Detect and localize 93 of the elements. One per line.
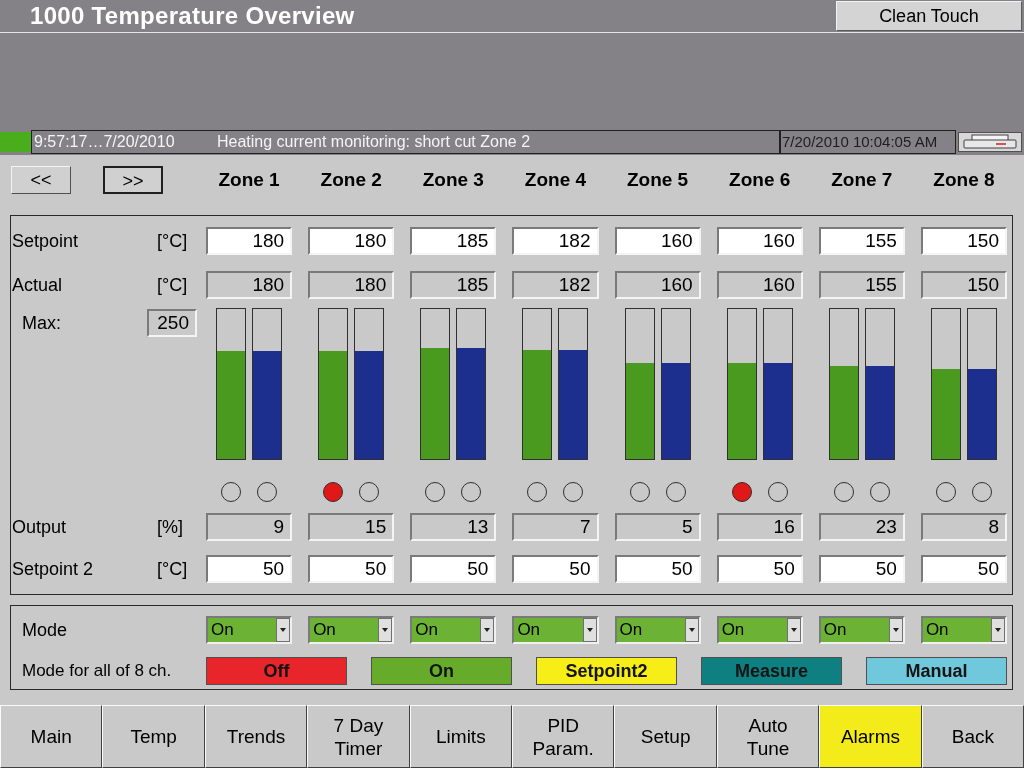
nav-tab[interactable]: Limits xyxy=(409,705,513,768)
nav-tab[interactable]: Auto Tune xyxy=(716,705,820,768)
mode-dropdown[interactable]: On xyxy=(512,616,599,644)
nav-tab[interactable]: Temp xyxy=(102,705,205,768)
setpoint-field[interactable]: 160 xyxy=(614,227,701,255)
actual-value-display: 150 xyxy=(920,271,1007,299)
setpoint-field[interactable]: 180 xyxy=(308,227,395,255)
unit-label: [°C] xyxy=(157,557,188,581)
setpoint-field[interactable]: 50 xyxy=(308,555,395,583)
window-title: 1000 Temperature Overview xyxy=(29,2,355,30)
output-display: 13 xyxy=(410,513,497,541)
output-display: 15 xyxy=(308,513,395,541)
mode-all-button[interactable]: Manual xyxy=(866,657,1007,685)
row-label: Actual xyxy=(11,273,64,297)
status-indicator-icon xyxy=(0,131,31,152)
setpoint-field[interactable]: 150 xyxy=(920,227,1007,255)
clean-touch-button[interactable]: Clean Touch xyxy=(836,1,1022,31)
zone-heading: Zone 4 xyxy=(524,167,587,192)
nav-tab[interactable]: Trends xyxy=(204,705,308,768)
caret-icon[interactable] xyxy=(684,618,699,642)
row-label: Max: xyxy=(21,311,62,335)
row-label: Setpoint 2 xyxy=(11,557,95,581)
row-label: Mode for all of 8 ch. xyxy=(21,660,173,683)
zone-heading: Zone 5 xyxy=(626,167,689,192)
mode-all-button[interactable]: On xyxy=(371,657,512,685)
mode-dropdown[interactable]: On xyxy=(206,616,293,644)
nav-tab[interactable]: PID Param. xyxy=(512,705,615,768)
zone-heading: Zone 2 xyxy=(320,167,382,192)
actual-value-display: 180 xyxy=(308,271,395,299)
zone-heading: Zone 8 xyxy=(933,167,995,192)
alarm-time: 9:57:17…7/20/2010 xyxy=(33,131,176,152)
mode-dropdown[interactable]: On xyxy=(410,616,497,644)
setpoint-field[interactable]: 50 xyxy=(716,555,803,583)
row-label: Output xyxy=(11,515,68,539)
mode-all-button[interactable]: Off xyxy=(206,657,347,685)
zone-heading: Zone 1 xyxy=(218,167,280,192)
setpoint-field[interactable]: 50 xyxy=(206,555,293,583)
setpoint-field[interactable]: 50 xyxy=(512,555,599,583)
mode-all-button[interactable]: Setpoint2 xyxy=(536,657,677,685)
mode-all-button[interactable]: Measure xyxy=(701,657,842,685)
actual-value-display: 155 xyxy=(818,271,905,299)
unit-label: [°C] xyxy=(157,273,188,297)
caret-icon[interactable] xyxy=(991,618,1005,642)
zone-heading: Zone 3 xyxy=(422,167,484,192)
caret-icon[interactable] xyxy=(480,618,495,642)
setpoint-field[interactable]: 180 xyxy=(206,227,293,255)
output-display: 16 xyxy=(716,513,803,541)
alarm-message: Heating current monitoring: short cut Zone 2 xyxy=(217,131,531,152)
setpoint-field[interactable]: 50 xyxy=(920,555,1007,583)
nav-tab[interactable]: Alarms xyxy=(819,705,922,768)
actual-value-display: 182 xyxy=(512,271,599,299)
printer-icon[interactable] xyxy=(958,131,1022,152)
zone-heading: Zone 7 xyxy=(831,167,893,192)
actual-value-display: 180 xyxy=(206,271,293,299)
setpoint-field[interactable]: 50 xyxy=(614,555,701,583)
max-value-display: 250 xyxy=(147,309,197,337)
page-button[interactable]: << xyxy=(11,166,71,194)
setpoint-field[interactable]: 50 xyxy=(818,555,905,583)
unit-label: [%] xyxy=(157,515,183,539)
mode-dropdown[interactable]: On xyxy=(920,616,1007,644)
unit-label: [°C] xyxy=(157,229,188,253)
setpoint-field[interactable]: 182 xyxy=(512,227,599,255)
caret-icon[interactable] xyxy=(582,618,597,642)
nav-tab[interactable]: 7 Day Timer xyxy=(307,705,410,768)
output-display: 9 xyxy=(206,513,293,541)
caret-icon[interactable] xyxy=(786,618,801,642)
output-display: 23 xyxy=(818,513,905,541)
zone-heading: Zone 6 xyxy=(729,167,791,192)
output-display: 5 xyxy=(614,513,701,541)
output-display: 8 xyxy=(920,513,1007,541)
setpoint-field[interactable]: 160 xyxy=(716,227,803,255)
mode-dropdown[interactable]: On xyxy=(614,616,701,644)
mode-dropdown[interactable]: On xyxy=(308,616,395,644)
nav-tab[interactable]: Back xyxy=(921,705,1024,768)
nav-tab[interactable]: Main xyxy=(0,705,103,768)
setpoint-field[interactable]: 155 xyxy=(818,227,905,255)
caret-icon[interactable] xyxy=(276,618,291,642)
nav-tab[interactable]: Setup xyxy=(614,705,717,768)
date-time-display: 7/20/2010 10:04:05 AM xyxy=(780,129,956,154)
caret-icon[interactable] xyxy=(888,618,903,642)
row-label: Mode xyxy=(21,618,69,642)
output-display: 7 xyxy=(512,513,599,541)
page-button[interactable]: >> xyxy=(103,166,163,194)
actual-value-display: 185 xyxy=(410,271,497,299)
setpoint-field[interactable]: 185 xyxy=(410,227,497,255)
setpoint-field[interactable]: 50 xyxy=(410,555,497,583)
actual-value-display: 160 xyxy=(716,271,803,299)
row-label: Setpoint xyxy=(11,229,80,253)
caret-icon[interactable] xyxy=(378,618,393,642)
actual-value-display: 160 xyxy=(614,271,701,299)
alarm-message-bar[interactable]: 9:57:17…7/20/2010 Heating current monitoring: short cut Zone 2 xyxy=(31,129,780,154)
mode-dropdown[interactable]: On xyxy=(716,616,803,644)
mode-dropdown[interactable]: On xyxy=(818,616,905,644)
